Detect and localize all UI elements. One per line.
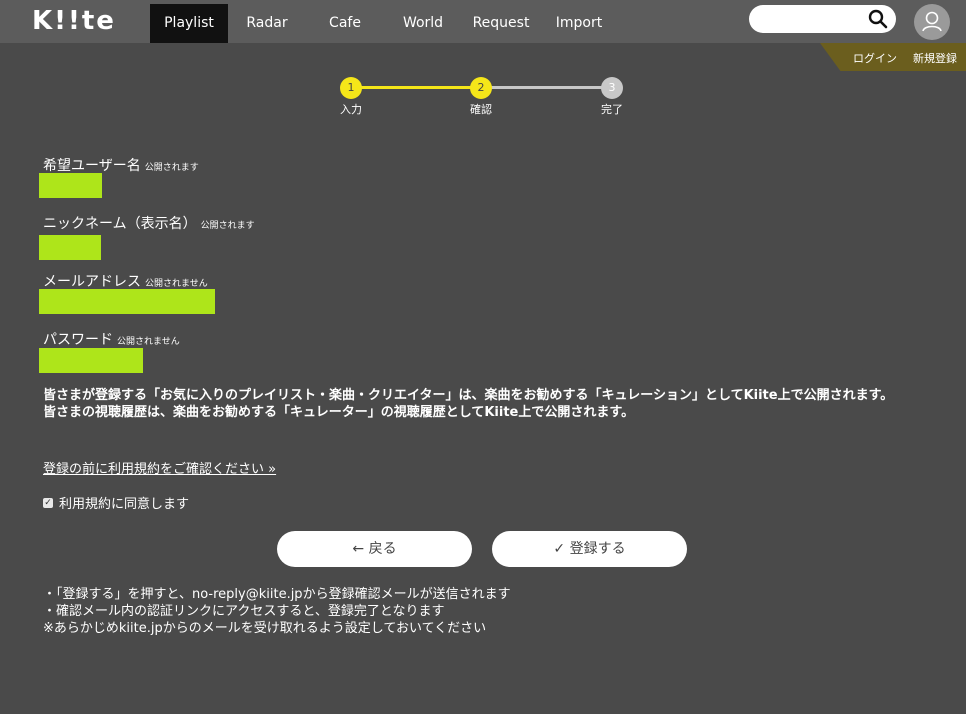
notice-line-2: 皆さまの視聴履歴は、楽曲をお勧めする「キュレーター」の視聴履歴としてKiite上…: [43, 405, 635, 420]
nav-radar[interactable]: Radar: [228, 4, 306, 43]
back-button-label: 戻る: [368, 541, 397, 557]
register-button[interactable]: ✓ 登録する: [492, 531, 687, 567]
email-value: [39, 289, 215, 314]
user-avatar[interactable]: [914, 4, 950, 40]
email-info: ・「登録する」を押すと、no-reply@kiite.jpから登録確認メールが送…: [43, 586, 511, 637]
password-label: パスワード 公開されません: [43, 329, 180, 349]
nav-request[interactable]: Request: [462, 4, 540, 43]
password-note: 公開されません: [117, 337, 180, 347]
password-label-text: パスワード: [43, 332, 113, 348]
agree-row: ✓ 利用規約に同意します: [43, 493, 189, 512]
username-label: 希望ユーザー名 公開されます: [43, 155, 199, 175]
info-line-1: ・「登録する」を押すと、no-reply@kiite.jpから登録確認メールが送…: [43, 587, 511, 602]
agree-checkbox[interactable]: ✓: [43, 497, 53, 508]
login-link[interactable]: ログイン: [853, 50, 897, 66]
email-label: メールアドレス 公開されません: [43, 271, 208, 291]
username-note: 公開されます: [144, 163, 199, 173]
password-value: [39, 348, 143, 373]
nickname-label-text: ニックネーム（表示名）: [43, 216, 197, 232]
info-line-3: ※あらかじめkiite.jpからのメールを受け取れるよう設定しておいてください: [43, 621, 487, 636]
info-line-2: ・確認メール内の認証リンクにアクセスすると、登録完了となります: [43, 604, 445, 619]
step-1-label: 入力: [340, 103, 362, 116]
email-note: 公開されません: [145, 279, 208, 289]
arrow-left-icon: ←: [352, 541, 365, 557]
nav-world[interactable]: World: [384, 4, 462, 43]
step-3-label: 完了: [601, 103, 623, 116]
register-link[interactable]: 新規登録: [913, 50, 957, 66]
step-2-dot: 2: [470, 77, 492, 99]
step-line-1-2: [361, 86, 481, 89]
search-icon[interactable]: [868, 9, 888, 29]
nav-cafe[interactable]: Cafe: [306, 4, 384, 43]
nickname-value: [39, 235, 101, 260]
notice-line-1: 皆さまが登録する「お気に入りのプレイリスト・楽曲・クリエイター」は、楽曲をお勧め…: [43, 388, 894, 403]
username-label-text: 希望ユーザー名: [43, 158, 141, 174]
nav-import[interactable]: Import: [540, 4, 618, 43]
search-input[interactable]: [749, 5, 896, 33]
main-nav: Playlist Radar Cafe World Request Import: [150, 4, 618, 43]
step-2-label: 確認: [470, 103, 492, 116]
terms-link[interactable]: 登録の前に利用規約をご確認ください »: [43, 458, 276, 477]
agree-label: 利用規約に同意します: [59, 497, 190, 512]
back-button[interactable]: ← 戻る: [277, 531, 472, 567]
nickname-label: ニックネーム（表示名） 公開されます: [43, 213, 255, 233]
kiite-logo[interactable]: K!!te: [32, 6, 116, 36]
email-label-text: メールアドレス: [43, 274, 141, 290]
top-navigation-bar: K!!te Playlist Radar Cafe World Request …: [0, 0, 966, 43]
nickname-note: 公開されます: [200, 221, 255, 231]
user-icon: [922, 11, 942, 32]
step-line-2-3: [481, 86, 612, 89]
check-icon: ✓: [553, 541, 566, 557]
step-3-dot: 3: [601, 77, 623, 99]
username-value: [39, 173, 102, 198]
step-1-dot: 1: [340, 77, 362, 99]
publication-notice: 皆さまが登録する「お気に入りのプレイリスト・楽曲・クリエイター」は、楽曲をお勧め…: [43, 387, 923, 421]
nav-playlist[interactable]: Playlist: [150, 4, 228, 43]
register-button-label: 登録する: [569, 541, 626, 557]
